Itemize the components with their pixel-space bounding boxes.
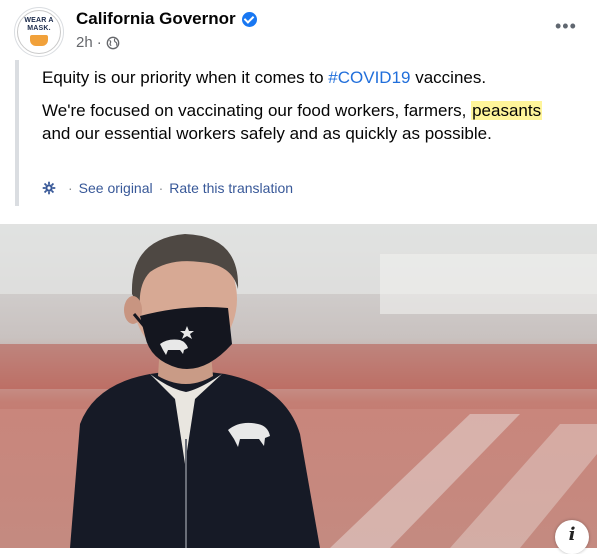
avatar-text: WEAR A MASK. bbox=[24, 17, 54, 32]
facebook-post: WEAR A MASK. California Governor 2h · ••… bbox=[0, 0, 597, 554]
photo-illustration bbox=[0, 224, 597, 548]
hashtag-link[interactable]: #COVID19 bbox=[328, 68, 410, 87]
post-text: Equity is our priority when it comes to … bbox=[42, 66, 562, 155]
paragraph-2-text-start: We're focused on vaccinating our food wo… bbox=[42, 101, 472, 120]
paragraph-2-text-end: and our essential workers safely and as … bbox=[42, 124, 492, 143]
highlighted-word: peasants bbox=[471, 101, 543, 120]
verified-badge-icon bbox=[241, 11, 257, 27]
link-separator: · bbox=[158, 180, 164, 196]
post-paragraph-1: Equity is our priority when it comes to … bbox=[42, 66, 562, 89]
link-separator: · bbox=[68, 180, 73, 196]
more-options-icon[interactable]: ••• bbox=[555, 17, 579, 37]
paragraph-1-text-end: vaccines. bbox=[410, 68, 487, 87]
page-name[interactable]: California Governor bbox=[76, 9, 236, 29]
page-name-link[interactable]: California Governor bbox=[76, 9, 257, 29]
globe-icon[interactable] bbox=[106, 36, 120, 50]
page-avatar[interactable]: WEAR A MASK. bbox=[14, 7, 64, 57]
translation-links: · See original · Rate this translation bbox=[42, 180, 293, 196]
post-paragraph-2: We're focused on vaccinating our food wo… bbox=[42, 99, 562, 145]
see-original-link[interactable]: See original bbox=[79, 180, 153, 196]
gear-icon[interactable] bbox=[42, 181, 56, 195]
meta-separator: · bbox=[96, 34, 102, 51]
paragraph-1-text-start: Equity is our priority when it comes to bbox=[42, 68, 329, 87]
info-icon[interactable]: i bbox=[555, 520, 589, 554]
post-photo[interactable] bbox=[0, 224, 597, 548]
post-timestamp[interactable]: 2h bbox=[76, 34, 93, 51]
mask-icon bbox=[30, 35, 48, 46]
rate-translation-link[interactable]: Rate this translation bbox=[169, 180, 293, 196]
translation-bar bbox=[15, 60, 19, 206]
post-meta: 2h · bbox=[76, 34, 120, 51]
